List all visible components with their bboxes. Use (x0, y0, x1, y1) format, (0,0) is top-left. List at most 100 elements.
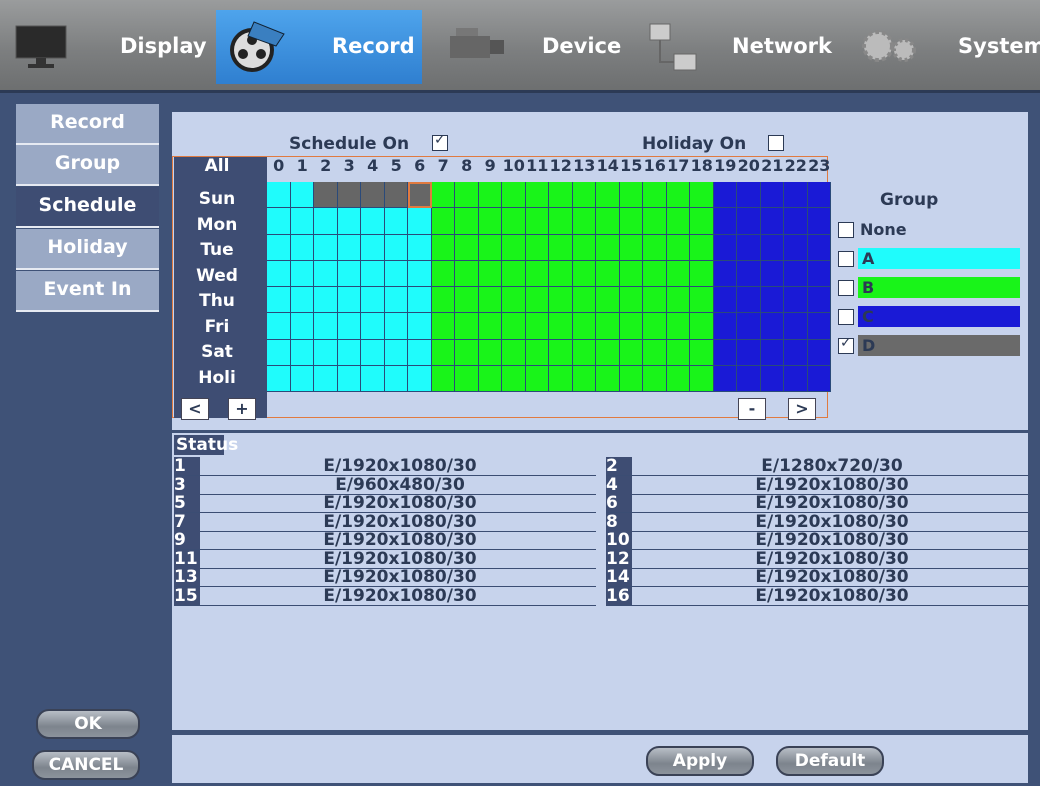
all-label[interactable]: All (177, 154, 257, 179)
hour-label-13[interactable]: 13 (573, 156, 597, 175)
schedule-cell[interactable] (760, 208, 784, 235)
group-d-checkbox[interactable] (838, 335, 854, 354)
schedule-cell[interactable] (502, 234, 526, 261)
ok-button[interactable]: OK (36, 709, 140, 739)
schedule-cell[interactable] (737, 260, 761, 287)
tab-display[interactable]: Display (0, 10, 212, 84)
schedule-cell[interactable] (690, 234, 714, 261)
schedule-cell[interactable] (596, 234, 620, 261)
schedule-cell[interactable] (431, 260, 455, 287)
schedule-cell[interactable] (760, 365, 784, 392)
schedule-cell[interactable] (455, 287, 479, 314)
group-a-bar[interactable] (858, 248, 1020, 269)
schedule-cell[interactable] (666, 339, 690, 366)
schedule-cell[interactable] (525, 339, 549, 366)
schedule-cell[interactable] (549, 234, 573, 261)
schedule-cell[interactable] (478, 287, 502, 314)
tab-system[interactable]: System (844, 10, 1040, 84)
schedule-cell[interactable] (760, 339, 784, 366)
schedule-cell[interactable] (713, 234, 737, 261)
schedule-cell[interactable] (549, 287, 573, 314)
schedule-cell[interactable] (478, 365, 502, 392)
schedule-cell[interactable] (572, 260, 596, 287)
schedule-cell[interactable] (760, 260, 784, 287)
group-c-checkbox[interactable] (838, 309, 854, 325)
schedule-cell[interactable] (384, 339, 408, 366)
schedule-cell[interactable] (337, 234, 361, 261)
schedule-cell[interactable] (807, 365, 831, 392)
schedule-cell[interactable] (267, 208, 291, 235)
schedule-cell[interactable] (549, 182, 573, 209)
schedule-cell[interactable] (525, 313, 549, 340)
schedule-cell[interactable] (713, 182, 737, 209)
day-label-thu[interactable]: Thu (177, 289, 257, 314)
schedule-cell[interactable] (361, 287, 385, 314)
day-label-mon[interactable]: Mon (177, 213, 257, 238)
schedule-cell[interactable] (690, 287, 714, 314)
schedule-cell[interactable] (619, 234, 643, 261)
schedule-cell[interactable] (502, 260, 526, 287)
schedule-cell[interactable] (760, 182, 784, 209)
schedule-cell[interactable] (619, 313, 643, 340)
schedule-cell[interactable] (572, 339, 596, 366)
schedule-cell[interactable] (784, 260, 808, 287)
schedule-cell[interactable] (408, 260, 432, 287)
schedule-cell[interactable] (455, 208, 479, 235)
day-label-fri[interactable]: Fri (177, 315, 257, 340)
schedule-cell[interactable] (431, 287, 455, 314)
schedule-cell[interactable] (619, 339, 643, 366)
schedule-cell[interactable] (807, 287, 831, 314)
schedule-cell[interactable] (760, 287, 784, 314)
schedule-cell[interactable] (807, 260, 831, 287)
day-label-sat[interactable]: Sat (177, 340, 257, 365)
hour-label-4[interactable]: 4 (361, 156, 385, 175)
prev-button[interactable]: < (181, 398, 209, 420)
schedule-cell[interactable] (267, 260, 291, 287)
schedule-cell[interactable] (737, 208, 761, 235)
schedule-cell[interactable] (713, 208, 737, 235)
schedule-cell[interactable] (478, 234, 502, 261)
schedule-cell[interactable] (737, 234, 761, 261)
schedule-cell[interactable] (549, 313, 573, 340)
group-none-checkbox[interactable] (838, 222, 854, 238)
schedule-cell[interactable] (408, 365, 432, 392)
side-item-event-in[interactable]: Event In (16, 271, 159, 312)
schedule-cell[interactable] (643, 234, 667, 261)
schedule-cell[interactable] (408, 339, 432, 366)
schedule-cell[interactable] (666, 313, 690, 340)
group-b-bar[interactable] (858, 277, 1020, 298)
schedule-cell[interactable] (502, 287, 526, 314)
schedule-cell[interactable] (290, 260, 314, 287)
schedule-cell[interactable] (643, 365, 667, 392)
schedule-cell[interactable] (408, 208, 432, 235)
schedule-cell[interactable] (784, 287, 808, 314)
hour-label-9[interactable]: 9 (479, 156, 503, 175)
schedule-cell[interactable] (384, 208, 408, 235)
schedule-cell[interactable] (361, 365, 385, 392)
schedule-cell[interactable] (314, 313, 338, 340)
schedule-cell[interactable] (478, 208, 502, 235)
schedule-cell[interactable] (314, 365, 338, 392)
schedule-cell[interactable] (572, 287, 596, 314)
hour-label-14[interactable]: 14 (596, 156, 620, 175)
schedule-cell[interactable] (290, 234, 314, 261)
schedule-cell[interactable] (737, 287, 761, 314)
hour-label-3[interactable]: 3 (338, 156, 362, 175)
next-button[interactable]: > (788, 398, 816, 420)
schedule-cell[interactable] (643, 208, 667, 235)
schedule-cell[interactable] (431, 182, 455, 209)
schedule-cell[interactable] (643, 313, 667, 340)
group-c-bar[interactable] (858, 306, 1020, 327)
schedule-cell[interactable] (314, 182, 338, 209)
hour-label-7[interactable]: 7 (432, 156, 456, 175)
schedule-cell[interactable] (267, 313, 291, 340)
group-b-checkbox[interactable] (838, 280, 854, 296)
hour-label-18[interactable]: 18 (690, 156, 714, 175)
schedule-cell[interactable] (502, 208, 526, 235)
schedule-cell[interactable] (267, 365, 291, 392)
schedule-cell[interactable] (314, 208, 338, 235)
schedule-cell[interactable] (549, 208, 573, 235)
schedule-cell[interactable] (666, 182, 690, 209)
schedule-cell[interactable] (643, 287, 667, 314)
schedule-cell[interactable] (737, 182, 761, 209)
